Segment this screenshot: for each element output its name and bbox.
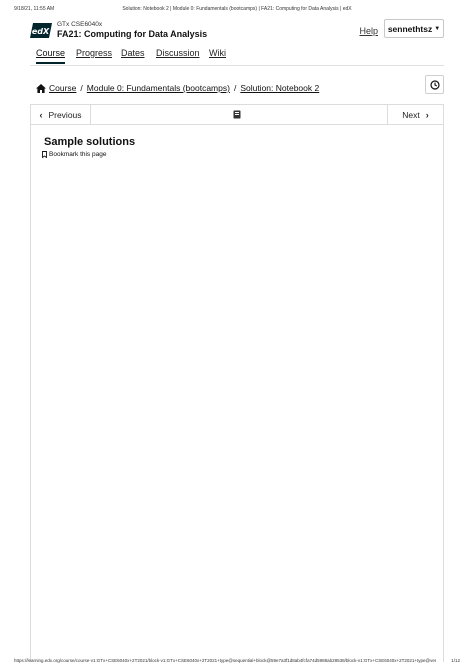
course-header: edX GTx CSE6040x FA21: Computing for Dat… — [30, 18, 444, 44]
print-page-title: Solution: Notebook 2 | Module 0: Fundame… — [122, 6, 352, 12]
chevron-right-icon: › — [425, 109, 429, 120]
tab-wiki[interactable]: Wiki — [209, 48, 226, 58]
caret-down-icon: ▼ — [434, 25, 441, 32]
previous-button[interactable]: ‹ Previous — [31, 105, 91, 124]
home-icon — [36, 83, 46, 93]
edx-logo-text: edX — [32, 27, 50, 36]
username: sennethtsz — [387, 23, 433, 34]
tab-progress[interactable]: Progress — [76, 48, 112, 58]
breadcrumb-separator: / — [80, 83, 83, 93]
next-label: Next — [402, 109, 420, 120]
print-header: 9/18/21, 11:55 AM Solution: Notebook 2 |… — [14, 6, 460, 16]
previous-label: Previous — [48, 109, 82, 120]
print-footer: https://learning.edx.org/course/course-v… — [14, 658, 460, 666]
print-page-number: 1/12 — [451, 658, 460, 663]
course-title: FA21: Computing for Data Analysis — [57, 29, 208, 39]
breadcrumb-separator: / — [233, 83, 237, 93]
clock-button[interactable] — [425, 75, 444, 94]
breadcrumb-module[interactable]: Module 0: Fundamentals (bootcamps) — [87, 83, 230, 93]
courseware-frame: ‹ Previous Next › Sample solutions Bookm… — [30, 104, 444, 662]
breadcrumb-unit[interactable]: Solution: Notebook 2 — [240, 83, 319, 93]
chevron-left-icon: ‹ — [39, 109, 43, 120]
print-url: https://learning.edx.org/course/course-v… — [14, 658, 436, 663]
unit-title: Sample solutions — [44, 136, 136, 148]
tab-dates[interactable]: Dates — [121, 48, 145, 58]
next-button[interactable]: Next › — [387, 105, 443, 124]
course-org: GTx CSE6040x — [57, 21, 103, 28]
course-tabs: Course Progress Dates Discussion Wiki — [30, 48, 444, 66]
bookmark-button[interactable]: Bookmark this page — [42, 151, 106, 158]
clock-icon — [429, 79, 440, 90]
edx-logo-icon[interactable]: edX — [30, 23, 52, 38]
breadcrumb: Course / Module 0: Fundamentals (bootcam… — [36, 82, 319, 94]
tab-discussion[interactable]: Discussion — [156, 48, 200, 58]
bookmark-label: Bookmark this page — [49, 151, 107, 158]
book-icon[interactable] — [233, 110, 241, 119]
user-menu-button[interactable]: sennethtsz ▼ — [384, 19, 444, 38]
sequence-navigation: ‹ Previous Next › — [31, 105, 443, 125]
tab-course[interactable]: Course — [36, 48, 66, 64]
breadcrumb-course[interactable]: Course — [49, 83, 76, 93]
help-link[interactable]: Help — [359, 26, 378, 36]
bookmark-icon — [42, 151, 47, 158]
